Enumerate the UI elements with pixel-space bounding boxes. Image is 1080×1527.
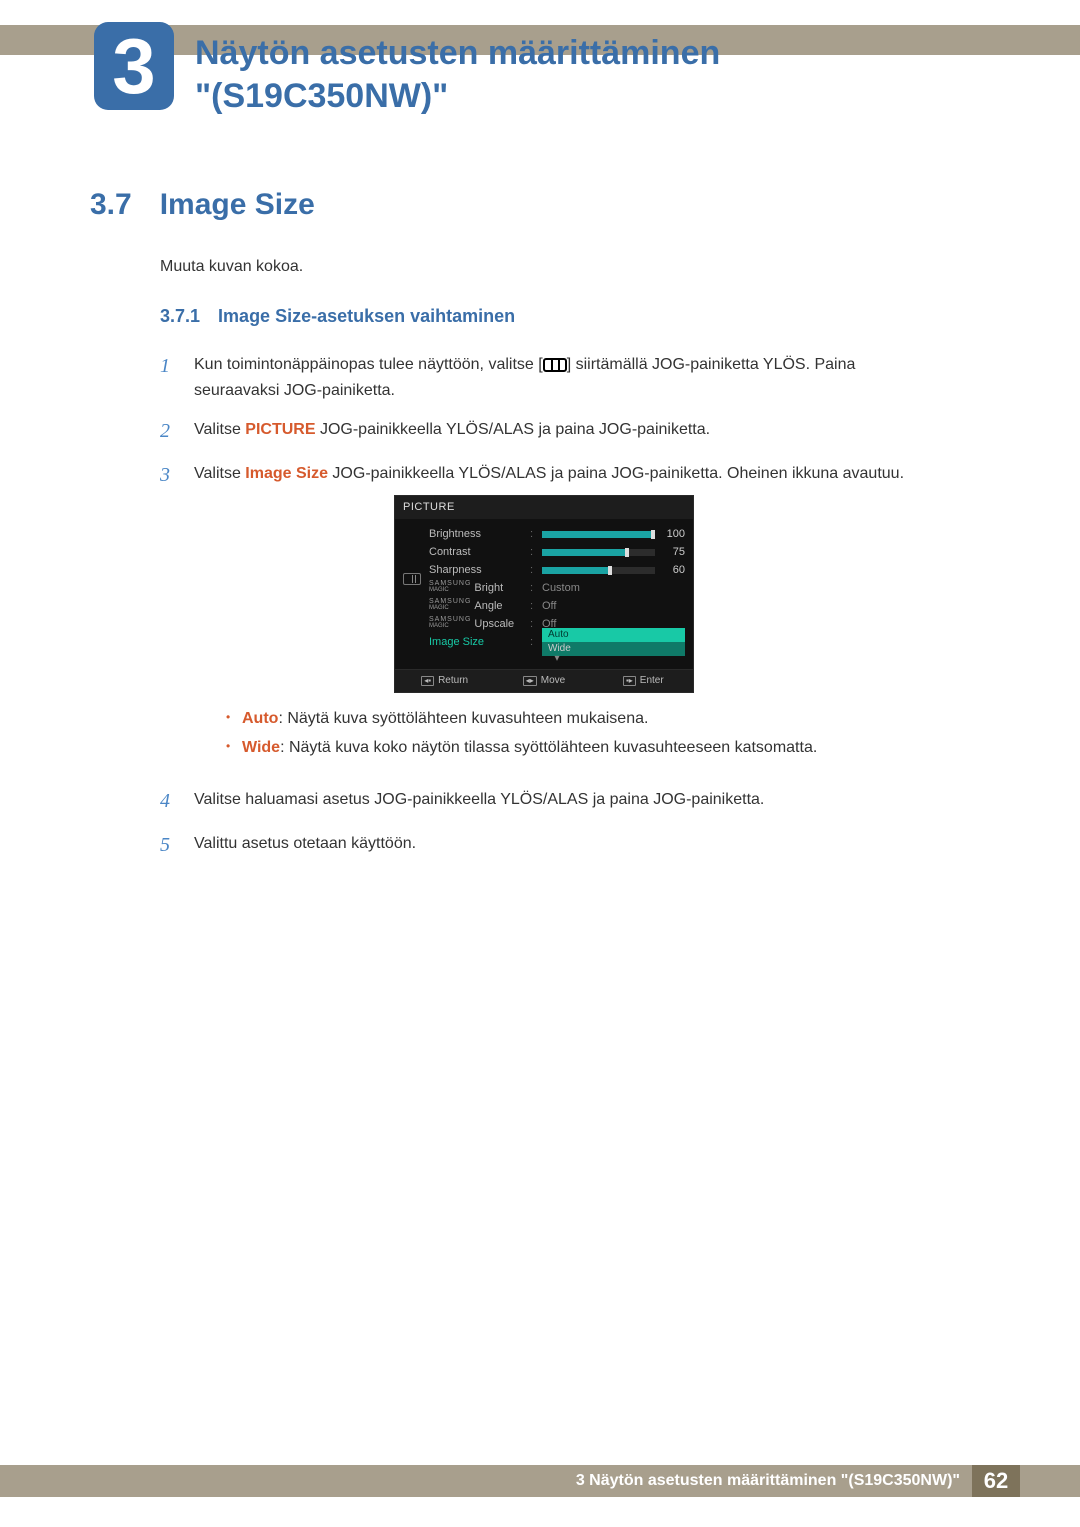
section-title: Image Size [160,188,315,222]
osd-row-magic-bright: SAMSUNGMAGICBright : Custom [429,579,685,597]
dropdown-option-auto: Auto [542,628,685,642]
enter-icon: ▪▸ [623,676,636,686]
slider-thumb [651,530,655,539]
step-3: 3 Valitse Image Size JOG-painikkeella YL… [160,459,920,773]
step-number: 4 [160,785,176,817]
highlight: Image Size [245,465,328,482]
step-body: Valitse Image Size JOG-painikkeella YLÖS… [194,459,904,773]
step-body: Valittu asetus otetaan käyttöön. [194,829,416,861]
osd-row-brightness: Brightness : 100 [429,525,685,543]
footer-page-number: 62 [972,1465,1020,1497]
step-number: 3 [160,459,176,773]
osd-screenshot: PICTURE Brightness : [394,495,694,694]
footer-text: 3 Näytön asetusten määrittäminen "(S19C3… [576,1465,972,1497]
step-1: 1 Kun toimintonäppäinopas tulee näyttöön… [160,350,920,403]
section-number: 3.7 [90,188,132,222]
bullet-wide: Wide: Näytä kuva koko näytön tilassa syö… [226,734,904,763]
osd-foot-return: ◂▪Return [395,670,494,692]
screen-icon [403,573,421,585]
slider-thumb [625,548,629,557]
slider-fill [542,567,610,574]
dropdown-option-wide: Wide [542,642,685,656]
page-footer: 3 Näytön asetusten määrittäminen "(S19C3… [0,1465,1080,1497]
bullet-auto: Auto: Näytä kuva syöttölähteen kuvasuhte… [226,705,904,734]
slider-track [542,531,655,538]
osd-foot-move: ◂▸Move [494,670,593,692]
magic-prefix: SAMSUNGMAGIC [429,616,471,629]
slider-thumb [608,566,612,575]
slider-fill [542,531,655,538]
chapter-title-line2: "(S19C350NW)" [195,77,448,115]
chapter-number: 3 [112,27,155,105]
step-number: 2 [160,415,176,447]
osd-rows: Brightness : 100 Contrast [429,525,693,669]
step-4: 4 Valitse haluamasi asetus JOG-painikkee… [160,785,920,817]
highlight: PICTURE [245,421,315,438]
osd-row-contrast: Contrast : 75 [429,543,685,561]
osd-row-magic-angle: SAMSUNGMAGICAngle : Off [429,597,685,615]
chapter-title-line1: Näytön asetusten määrittäminen [195,34,720,72]
magic-prefix: SAMSUNGMAGIC [429,580,471,593]
slider-track [542,549,655,556]
step-body: Valitse haluamasi asetus JOG-painikkeell… [194,785,764,817]
magic-prefix: SAMSUNGMAGIC [429,598,471,611]
move-icon: ◂▸ [523,676,537,686]
osd-body: Brightness : 100 Contrast [395,519,693,669]
chapter-badge: 3 [94,22,174,110]
option-bullets: Auto: Näytä kuva syöttölähteen kuvasuhte… [226,705,904,763]
subsection-title: Image Size-asetuksen vaihtaminen [218,306,515,327]
osd-dropdown: Auto Wide [542,628,685,656]
section-header: 3.7 Image Size [90,188,315,222]
osd-foot-enter: ▪▸Enter [594,670,693,692]
chapter-title: Näytön asetusten määrittäminen "(S19C350… [195,32,720,117]
step-number: 5 [160,829,176,861]
subsection-header: 3.7.1 Image Size-asetuksen vaihtaminen [160,306,515,327]
step-2: 2 Valitse PICTURE JOG-painikkeella YLÖS/… [160,415,920,447]
slider-track [542,567,655,574]
slider-fill [542,549,627,556]
step-body: Kun toimintonäppäinopas tulee näyttöön, … [194,350,920,403]
osd-row-sharpness: Sharpness : 60 [429,561,685,579]
osd-title: PICTURE [395,496,693,520]
osd-row-image-size: Image Size : Auto Wide [429,633,685,651]
osd-footer: ◂▪Return ◂▸Move ▪▸Enter [395,669,693,692]
menu-icon [543,358,567,372]
step-number: 1 [160,350,176,403]
steps-list: 1 Kun toimintonäppäinopas tulee näyttöön… [160,350,920,873]
osd-side-icons [395,525,429,669]
step-body: Valitse PICTURE JOG-painikkeella YLÖS/AL… [194,415,710,447]
return-icon: ◂▪ [421,676,434,686]
step-5: 5 Valittu asetus otetaan käyttöön. [160,829,920,861]
subsection-number: 3.7.1 [160,306,200,327]
section-intro: Muuta kuvan kokoa. [160,258,303,276]
